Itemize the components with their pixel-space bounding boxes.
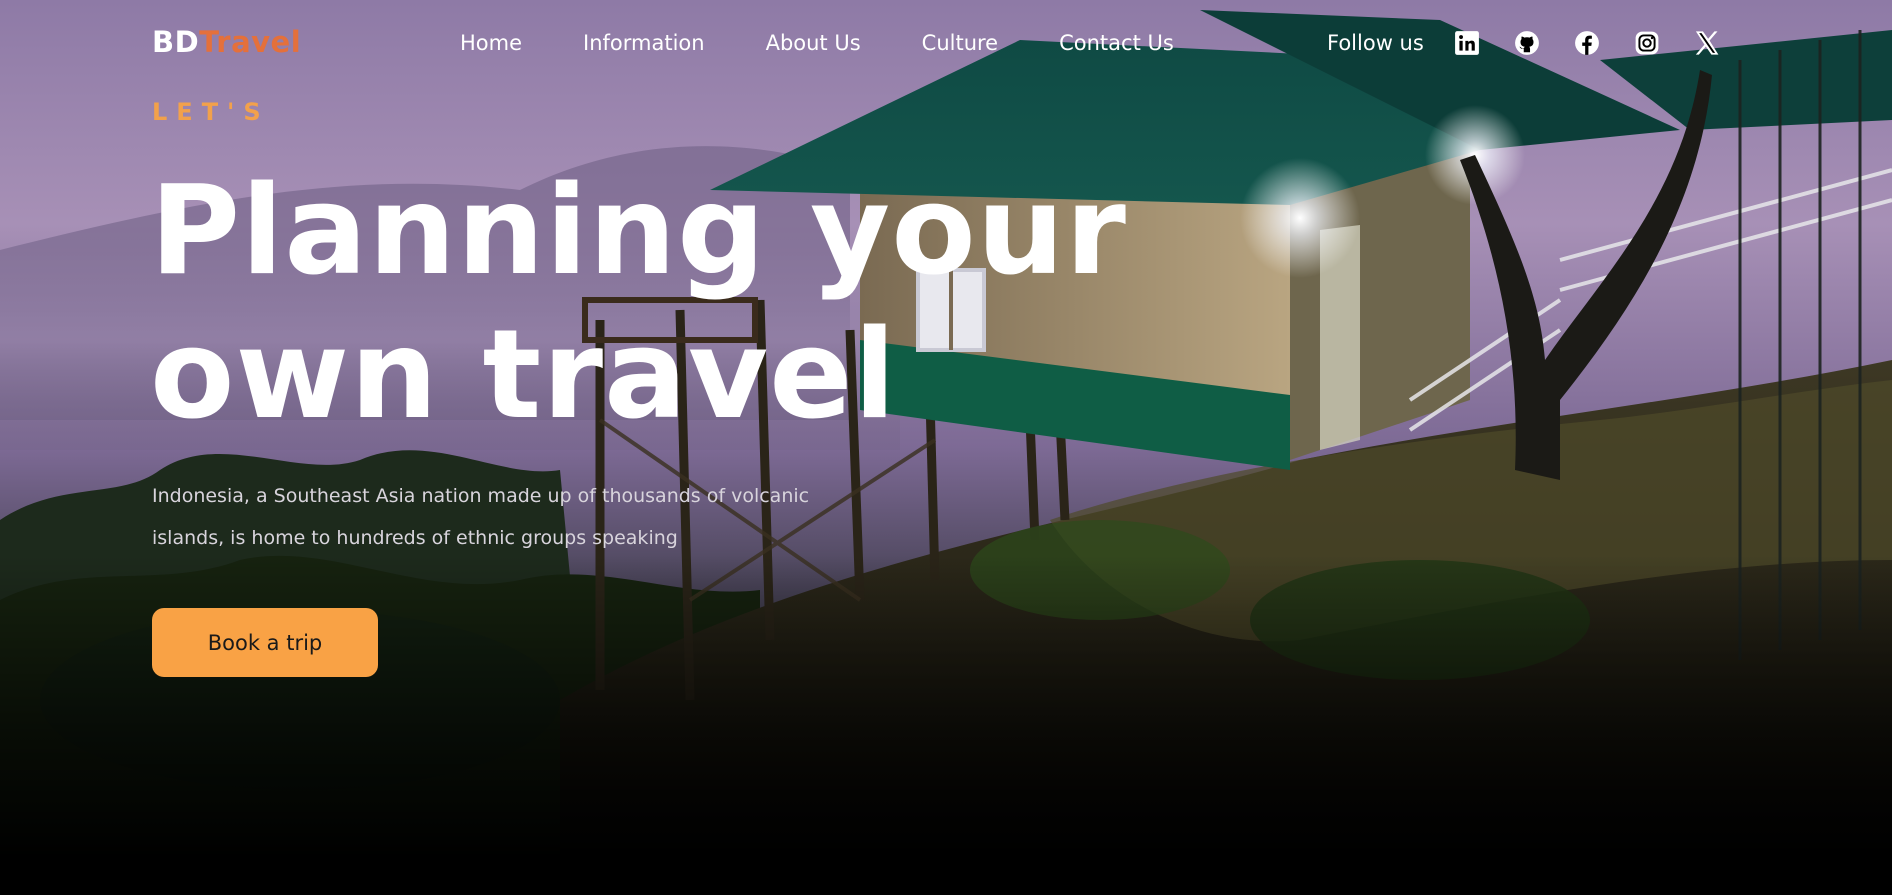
hero-headline-line1: Planning your — [150, 160, 1127, 303]
hero-description: Indonesia, a Southeast Asia nation made … — [152, 485, 810, 549]
nav-item-culture[interactable]: Culture — [922, 26, 998, 60]
hero-headline: Planning your own travel — [150, 160, 1127, 448]
follow-us-label: Follow us — [1327, 31, 1424, 55]
nav-item-contact-us[interactable]: Contact Us — [1059, 26, 1174, 60]
facebook-icon[interactable] — [1572, 28, 1602, 58]
brand-prefix: BD — [152, 25, 200, 59]
hero-headline-line2: own travel — [150, 304, 897, 447]
top-navigation: BDTravel Home Information About Us Cultu… — [0, 0, 1892, 86]
nav-item-information[interactable]: Information — [583, 26, 705, 60]
linkedin-icon[interactable] — [1452, 28, 1482, 58]
nav-menu: Home Information About Us Culture Contac… — [460, 26, 1235, 60]
github-icon[interactable] — [1512, 28, 1542, 58]
hero-section: BDTravel Home Information About Us Cultu… — [0, 0, 1892, 895]
brand-suffix: Travel — [199, 25, 302, 59]
nav-item-home[interactable]: Home — [460, 26, 522, 60]
x-icon[interactable] — [1692, 28, 1722, 58]
nav-item-about-us[interactable]: About Us — [766, 26, 861, 60]
instagram-icon[interactable] — [1632, 28, 1662, 58]
book-a-trip-button[interactable]: Book a trip — [152, 608, 378, 677]
hero-eyebrow: LET'S — [152, 98, 270, 126]
brand-logo[interactable]: BDTravel — [152, 22, 301, 62]
social-links — [1452, 28, 1752, 58]
